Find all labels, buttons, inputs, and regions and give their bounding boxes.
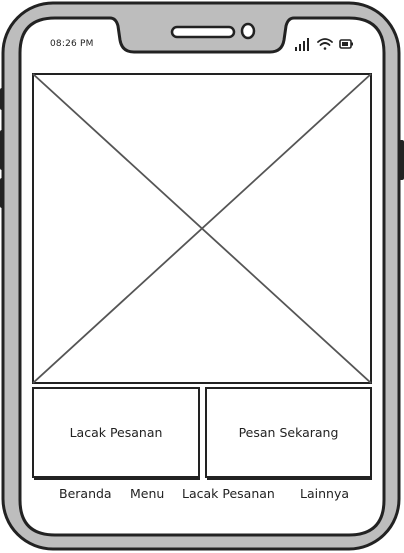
button-divider (34, 478, 200, 480)
nav-item-lainnya[interactable]: Lainnya (300, 486, 349, 501)
order-now-label: Pesan Sekarang (238, 425, 339, 440)
nav-item-lacak-pesanan[interactable]: Lacak Pesanan (182, 486, 275, 501)
order-now-button[interactable]: Pesan Sekarang (205, 387, 372, 478)
front-camera (240, 22, 256, 40)
hero-image-placeholder (32, 73, 372, 384)
battery-icon (339, 39, 353, 49)
bottom-nav: Beranda Menu Lacak Pesanan Lainnya (30, 486, 380, 506)
track-order-button[interactable]: Lacak Pesanan (32, 387, 200, 478)
nav-item-menu[interactable]: Menu (130, 486, 164, 501)
wifi-icon (317, 38, 333, 50)
status-icons (295, 38, 353, 51)
track-order-label: Lacak Pesanan (69, 425, 163, 440)
nav-item-beranda[interactable]: Beranda (59, 486, 112, 501)
status-time: 08:26 PM (50, 39, 94, 49)
button-divider (207, 478, 372, 480)
signal-icon (295, 38, 309, 51)
speaker-grille (170, 25, 236, 39)
